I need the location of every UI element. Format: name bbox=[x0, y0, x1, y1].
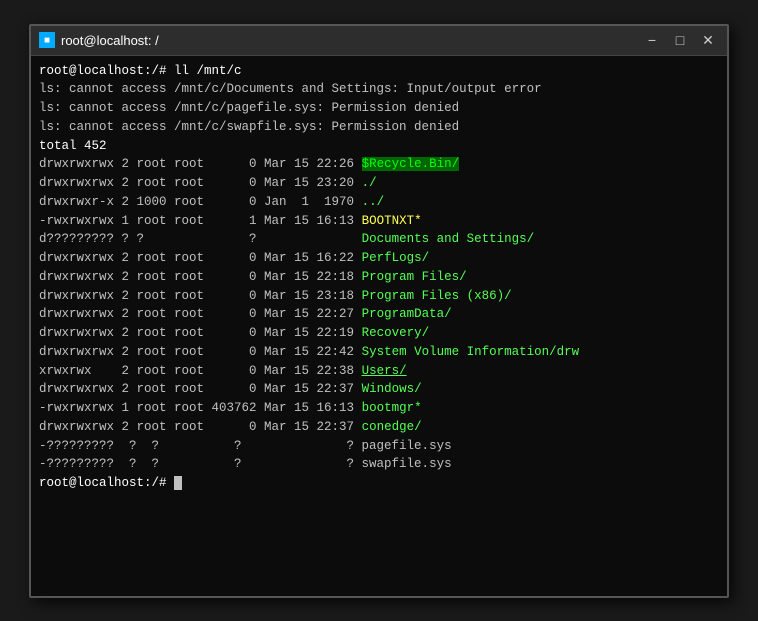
terminal-line: ls: cannot access /mnt/c/pagefile.sys: P… bbox=[39, 99, 719, 118]
terminal-line: drwxrwxr-x 2 1000 root 0 Jan 1 1970 ../ bbox=[39, 193, 719, 212]
terminal-line: xrwxrwx 2 root root 0 Mar 15 22:38 Users… bbox=[39, 362, 719, 381]
terminal-line: drwxrwxrwx 2 root root 0 Mar 15 22:42 Sy… bbox=[39, 343, 719, 362]
minimize-button[interactable]: − bbox=[641, 29, 663, 51]
terminal-line: ls: cannot access /mnt/c/Documents and S… bbox=[39, 80, 719, 99]
terminal-line: root@localhost:/# ll /mnt/c bbox=[39, 62, 719, 81]
terminal-line: -????????? ? ? ? ? swapfile.sys bbox=[39, 455, 719, 474]
restore-button[interactable]: □ bbox=[669, 29, 691, 51]
terminal-line: drwxrwxrwx 2 root root 0 Mar 15 22:37 co… bbox=[39, 418, 719, 437]
title-bar: ■ root@localhost: / − □ ✕ bbox=[31, 26, 727, 56]
terminal-line: drwxrwxrwx 2 root root 0 Mar 15 23:20 ./ bbox=[39, 174, 719, 193]
terminal-line: -????????? ? ? ? ? pagefile.sys bbox=[39, 437, 719, 456]
terminal-line: drwxrwxrwx 2 root root 0 Mar 15 22:19 Re… bbox=[39, 324, 719, 343]
terminal-line: drwxrwxrwx 2 root root 0 Mar 15 22:27 Pr… bbox=[39, 305, 719, 324]
terminal-line: -rwxrwxrwx 1 root root 1 Mar 15 16:13 BO… bbox=[39, 212, 719, 231]
terminal-line: total 452 bbox=[39, 137, 719, 156]
terminal-window: ■ root@localhost: / − □ ✕ root@localhost… bbox=[29, 24, 729, 598]
terminal-line: -rwxrwxrwx 1 root root 403762 Mar 15 16:… bbox=[39, 399, 719, 418]
terminal-icon: ■ bbox=[39, 32, 55, 48]
terminal-line: drwxrwxrwx 2 root root 0 Mar 15 22:37 Wi… bbox=[39, 380, 719, 399]
window-controls: − □ ✕ bbox=[641, 29, 719, 51]
close-button[interactable]: ✕ bbox=[697, 29, 719, 51]
terminal-line: drwxrwxrwx 2 root root 0 Mar 15 22:26 $R… bbox=[39, 155, 719, 174]
window-title: root@localhost: / bbox=[61, 33, 641, 48]
terminal-line: drwxrwxrwx 2 root root 0 Mar 15 22:18 Pr… bbox=[39, 268, 719, 287]
terminal-output[interactable]: root@localhost:/# ll /mnt/cls: cannot ac… bbox=[31, 56, 727, 596]
terminal-line: root@localhost:/# bbox=[39, 474, 719, 493]
terminal-line: drwxrwxrwx 2 root root 0 Mar 15 23:18 Pr… bbox=[39, 287, 719, 306]
terminal-line: d????????? ? ? ? Documents and Settings/ bbox=[39, 230, 719, 249]
terminal-line: ls: cannot access /mnt/c/swapfile.sys: P… bbox=[39, 118, 719, 137]
terminal-line: drwxrwxrwx 2 root root 0 Mar 15 16:22 Pe… bbox=[39, 249, 719, 268]
